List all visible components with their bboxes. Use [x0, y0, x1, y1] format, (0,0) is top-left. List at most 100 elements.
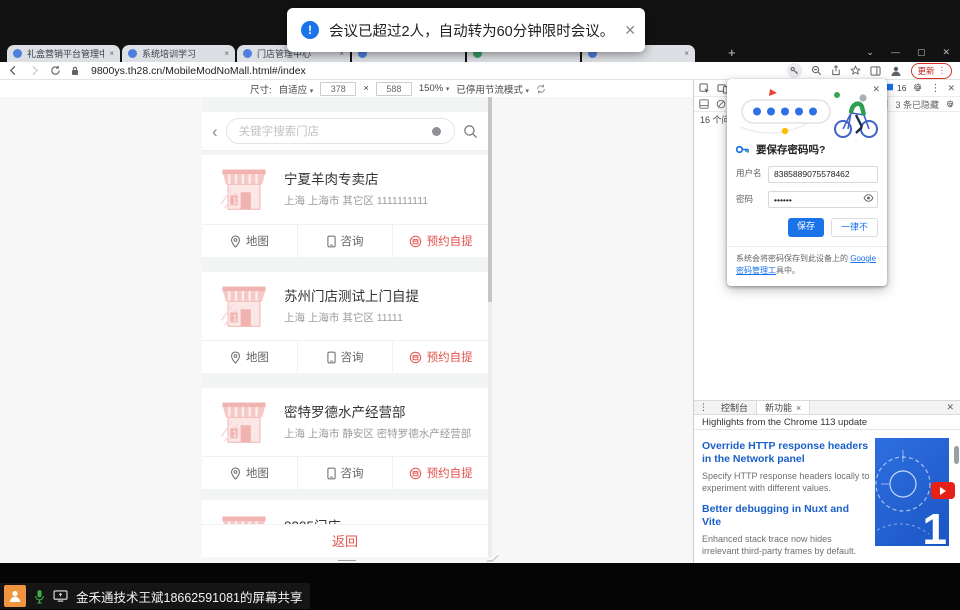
info-icon: ! — [301, 21, 319, 39]
save-button[interactable]: 保存 — [788, 218, 824, 237]
back-chevron-icon[interactable]: ‹ — [212, 123, 218, 140]
console-drawer-icon[interactable] — [699, 99, 709, 109]
throttle-dropdown[interactable]: 已停用节流模式 ▾ — [456, 82, 529, 96]
password-row: 密码 — [736, 190, 878, 209]
store-name: 密特罗德水产经营部 — [284, 401, 406, 421]
tab-favicon — [128, 49, 137, 58]
tab-close-icon[interactable]: × — [224, 49, 229, 58]
zoom-icon[interactable] — [811, 65, 822, 76]
screen-share-icon[interactable] — [53, 590, 68, 602]
chrome-update-button[interactable]: 更新 ⋮ — [911, 63, 952, 79]
drawer-close-icon[interactable]: ✕ — [946, 402, 960, 413]
store-actions: 地图 咨询 预约自提 — [202, 224, 488, 257]
clear-console-icon[interactable] — [716, 99, 726, 109]
browser-toolbar: 9800ys.th28.cn/MobileModNoMall.html#/ind… — [0, 62, 960, 80]
back-icon[interactable] — [8, 65, 19, 76]
tab-label: 礼盒营销平台管理中心 — [27, 47, 104, 60]
hidden-messages-label: 3 条已隐藏 — [895, 98, 939, 111]
search-header: ‹ 关键字搜索门店 — [202, 112, 488, 151]
viewport-height-input[interactable] — [376, 82, 412, 96]
svg-text:1: 1 — [233, 314, 238, 323]
window-minimize-icon[interactable]: — — [891, 47, 900, 57]
window-close-icon[interactable]: ✕ — [942, 47, 950, 57]
username-label: 用户名 — [736, 167, 762, 179]
devtools-close-icon[interactable]: ✕ — [947, 83, 955, 94]
store-name: 苏州门店测试上门自提 — [284, 285, 419, 305]
store-card[interactable]: 1 苏州门店测试上门自提 上海 上海市 其它区 11111 地图 咨询 预约自提 — [202, 272, 488, 373]
store-actions: 地图 咨询 预约自提 — [202, 340, 488, 373]
whatsnew-desc-1: Specify HTTP response headers locally to… — [702, 470, 870, 494]
store-card[interactable]: 1 宁夏羊肉专卖店 上海 上海市 其它区 1111111111 地图 咨询 预约… — [202, 155, 488, 257]
pickup-button[interactable]: 预约自提 — [392, 457, 488, 489]
share-label: 金禾通技术王斌18662591081的屏幕共享 — [76, 587, 302, 606]
bookmark-star-icon[interactable] — [850, 65, 861, 76]
map-button[interactable]: 地图 — [202, 341, 297, 373]
devtools-drawer: ⋮ 控制台 新功能 × ✕ Highlights from the Chrome… — [694, 400, 960, 563]
inspect-element-icon[interactable] — [699, 83, 710, 94]
participant-avatar[interactable] — [4, 585, 26, 607]
window-controls: ⌄ — ▢ ✕ — [866, 47, 950, 57]
phone-scrollbar[interactable] — [488, 97, 492, 557]
microphone-icon[interactable] — [34, 589, 45, 604]
tab-training[interactable]: 系统培训学习 × — [122, 45, 235, 62]
store-card[interactable]: 1 密特罗德水产经营部 上海 上海市 静安区 密特罗德水产经营部 地图 咨询 预… — [202, 388, 488, 489]
console-settings-icon[interactable] — [946, 100, 955, 109]
devtools-more-icon[interactable]: ⋮ — [930, 83, 940, 94]
consult-button[interactable]: 咨询 — [297, 225, 393, 257]
chevron-down-icon: ▾ — [526, 88, 530, 95]
phone-icon — [327, 351, 336, 364]
url-text[interactable]: 9800ys.th28.cn/MobileModNoMall.html#/ind… — [91, 65, 306, 77]
drawer-scrollbar-thumb[interactable] — [954, 446, 959, 464]
dimensions-mode-dropdown[interactable]: 自适应 ▾ — [279, 82, 314, 96]
svg-text:1: 1 — [233, 430, 238, 439]
consult-button[interactable]: 咨询 — [297, 341, 393, 373]
scrollbar-thumb[interactable] — [488, 97, 492, 302]
tab-gift-platform[interactable]: 礼盒营销平台管理中心 × — [7, 45, 120, 62]
map-button[interactable]: 地图 — [202, 225, 297, 257]
share-icon[interactable] — [831, 65, 841, 76]
new-tab-button[interactable]: + — [728, 46, 736, 59]
rotate-icon[interactable] — [536, 84, 546, 94]
drawer-more-icon[interactable]: ⋮ — [694, 402, 713, 413]
toast-close-icon[interactable]: ✕ — [624, 22, 636, 39]
reload-icon[interactable] — [50, 65, 61, 76]
play-button-icon[interactable] — [931, 482, 955, 499]
forward-icon[interactable] — [29, 65, 40, 76]
username-row: 用户名 — [736, 164, 878, 183]
map-button[interactable]: 地图 — [202, 457, 297, 489]
whatsnew-link-1[interactable]: Override HTTP response headers in the Ne… — [702, 440, 870, 466]
search-icon[interactable] — [463, 124, 478, 139]
back-button[interactable]: 返回 — [202, 525, 488, 555]
password-key-icon[interactable] — [787, 63, 802, 78]
desktop-footer: 金禾通技术王斌18662591081的屏幕共享 — [0, 563, 960, 610]
search-placeholder: 关键字搜索门店 — [239, 123, 320, 139]
tab-console[interactable]: 控制台 — [713, 401, 756, 414]
tab-close-icon[interactable]: × — [796, 403, 801, 413]
tab-whats-new[interactable]: 新功能 × — [756, 401, 810, 414]
tab-close-icon[interactable]: × — [109, 49, 114, 58]
zoom-dropdown[interactable]: 150% ▾ — [419, 83, 449, 94]
side-panel-icon[interactable] — [870, 66, 881, 76]
window-menu-icon[interactable]: ⌄ — [866, 47, 874, 57]
pickup-button[interactable]: 预约自提 — [392, 225, 488, 257]
save-password-dialog: ✕ — [727, 79, 887, 286]
password-field[interactable] — [768, 191, 878, 208]
username-field[interactable] — [768, 166, 878, 183]
devtools-settings-icon[interactable] — [913, 83, 923, 93]
never-button[interactable]: 一律不 — [831, 218, 878, 237]
whatsnew-link-2[interactable]: Better debugging in Nuxt and Vite — [702, 503, 870, 529]
viewport-width-input[interactable] — [320, 82, 356, 96]
window-maximize-icon[interactable]: ▢ — [917, 47, 926, 57]
dialog-title-row: 要保存密码吗? — [736, 142, 878, 157]
tab-label: 系统培训学习 — [142, 47, 219, 60]
pickup-icon — [409, 351, 422, 364]
show-password-eye-icon[interactable] — [863, 194, 874, 202]
dialog-buttons: 保存 一律不 — [736, 218, 878, 237]
pickup-button[interactable]: 预约自提 — [392, 341, 488, 373]
search-input[interactable]: 关键字搜索门店 — [226, 118, 455, 144]
chrome-113-number: 1 — [923, 508, 947, 552]
lock-icon[interactable] — [71, 66, 79, 76]
tab-close-icon[interactable]: × — [684, 49, 689, 58]
consult-button[interactable]: 咨询 — [297, 457, 393, 489]
profile-avatar-icon[interactable] — [890, 65, 902, 77]
